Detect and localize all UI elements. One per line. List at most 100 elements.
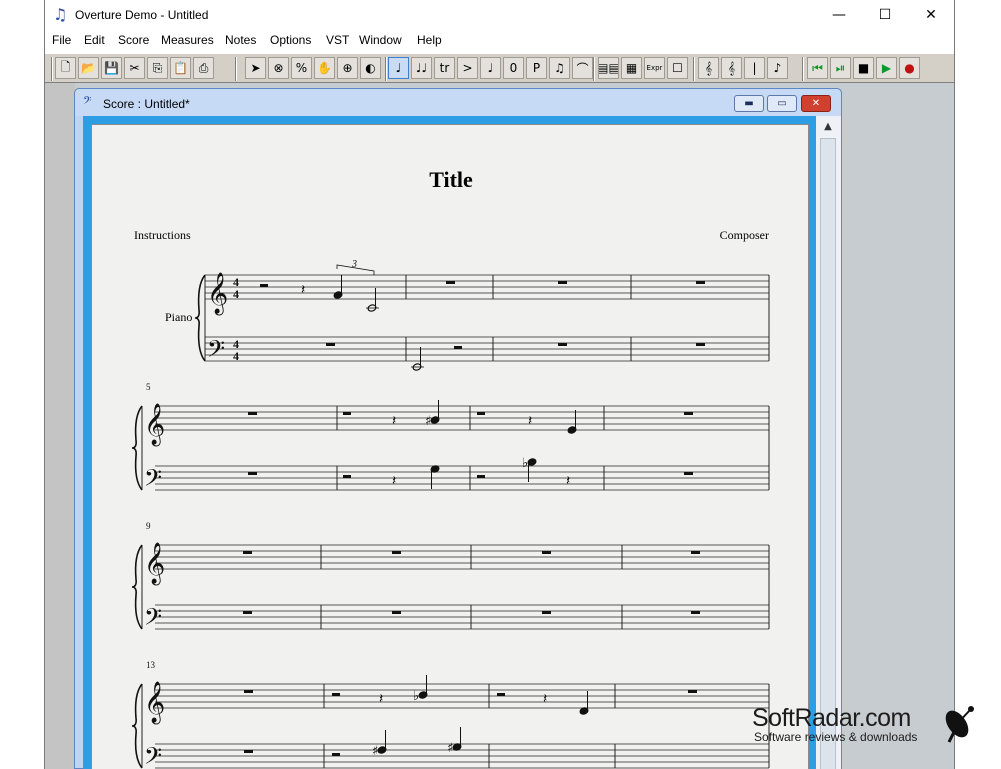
window-title: Overture Demo - Untitled <box>75 8 209 22</box>
treble-clef: 𝄞 <box>144 681 165 724</box>
menu-bar: File Edit Score Measures Notes Options V… <box>45 31 954 51</box>
dynamic-icon[interactable]: P <box>526 57 547 79</box>
measure-number: 13 <box>146 660 156 670</box>
play-icon[interactable]: ▶ <box>876 57 897 79</box>
treble-clef: 𝄞 <box>144 542 165 585</box>
whole-rest <box>244 750 253 753</box>
fingering-icon[interactable]: 0 <box>503 57 524 79</box>
menu-notes[interactable]: Notes <box>225 33 256 47</box>
half-rest <box>343 412 351 415</box>
score-close-button[interactable]: ✕ <box>801 95 831 112</box>
hand-icon[interactable]: ✋ <box>314 57 335 79</box>
half-rest <box>260 284 268 287</box>
quarter-rest: 𝄽 <box>301 282 305 298</box>
bass-clef: 𝄢 <box>144 603 162 636</box>
menu-vst[interactable]: VST <box>326 33 349 47</box>
slur-icon[interactable]: ⌒ <box>572 57 593 79</box>
score-restore-button[interactable]: ▭ <box>767 95 797 112</box>
scroll-thumb[interactable] <box>820 138 836 769</box>
toolbar-separator <box>51 57 53 81</box>
note-icon[interactable]: ♩ <box>388 57 409 79</box>
music-note-icon: ♫ <box>53 5 68 24</box>
whole-rest <box>684 412 693 415</box>
vertical-scrollbar[interactable]: ▲ <box>816 116 841 769</box>
beamed-notes-icon[interactable]: ♫ <box>549 57 570 79</box>
accidental: ♭ <box>413 689 419 704</box>
half-rest <box>332 753 340 756</box>
whole-rest <box>243 611 252 614</box>
whole-rest <box>696 343 705 346</box>
whole-rest <box>392 611 401 614</box>
score-title-bar[interactable]: 𝄢 Score : Untitled* ▬ ▭ ✕ <box>75 89 841 116</box>
open-folder-icon[interactable]: 📂 <box>78 57 99 79</box>
copy-icon[interactable]: ⎘ <box>147 57 168 79</box>
score-sheet: TitleInstructions Composer𝄞𝄢4444Piano𝄽3𝄞𝄢… <box>131 167 770 769</box>
menu-window[interactable]: Window <box>359 33 402 47</box>
print-icon[interactable]: ⎙ <box>193 57 214 79</box>
chord-grid-icon[interactable]: ▦ <box>621 57 642 79</box>
whole-rest <box>691 551 700 554</box>
time-sig-bottom: 4 <box>233 287 239 301</box>
accidental: ♯ <box>425 414 431 429</box>
treble-clef-icon[interactable]: 𝄞 <box>698 57 719 79</box>
system-brace <box>194 274 206 362</box>
new-document-icon[interactable]: 🗋 <box>55 57 76 79</box>
box-icon[interactable]: ☐ <box>667 57 688 79</box>
expression-icon[interactable]: Expr <box>644 57 665 79</box>
stop-icon[interactable]: ■ <box>853 57 874 79</box>
workspace-edge <box>45 83 75 769</box>
quarter-note-icon[interactable]: ♩ <box>480 57 501 79</box>
whole-rest <box>244 690 253 693</box>
whole-rest <box>392 551 401 554</box>
save-icon[interactable]: 💾 <box>101 57 122 79</box>
whole-rest <box>691 611 700 614</box>
toolbar-separator <box>593 57 595 81</box>
whole-rest <box>542 551 551 554</box>
bass-clef: 𝄢 <box>144 742 162 769</box>
quarter-rest: 𝄽 <box>379 691 383 707</box>
toolbar-separator <box>693 57 695 81</box>
tablature-icon[interactable]: ▤▤ <box>598 57 619 79</box>
tied-notes-icon[interactable]: ♩♩ <box>411 57 432 79</box>
play-from-icon[interactable]: ⏯ <box>830 57 851 79</box>
satellite-dish-icon <box>945 706 974 743</box>
minimize-button[interactable]: — <box>816 0 862 31</box>
title-bar[interactable]: ♫ Overture Demo - Untitled — ☐ ✕ <box>45 0 954 31</box>
app-window: ♫ Overture Demo - Untitled — ☐ ✕ File Ed… <box>0 0 1001 769</box>
cut-icon[interactable]: ✂ <box>124 57 145 79</box>
scroll-up-icon[interactable]: ▲ <box>820 120 836 134</box>
speaker-icon[interactable]: ◐ <box>360 57 381 79</box>
paste-icon[interactable]: 📋 <box>170 57 191 79</box>
close-button[interactable]: ✕ <box>908 0 954 31</box>
treble-clef: 𝄞 <box>144 403 165 446</box>
score-page[interactable]: Title Instructions Composer 𝄞 𝄢 4 4 4 4 Piano 𝄽 3 𝄞 𝄢… <box>91 124 809 769</box>
grand-staff-icon[interactable]: 𝄞 <box>721 57 742 79</box>
half-rest <box>454 346 462 349</box>
note-speaker-icon[interactable]: ♪ <box>767 57 788 79</box>
score-window-title: Score : Untitled* <box>103 97 190 111</box>
menu-edit[interactable]: Edit <box>84 33 105 47</box>
rewind-icon[interactable]: ⏮ <box>807 57 828 79</box>
pointer-icon[interactable]: ➤ <box>245 57 266 79</box>
menu-measures[interactable]: Measures <box>161 33 214 47</box>
score-title: Title <box>429 167 473 192</box>
trill-icon[interactable]: tr <box>434 57 455 79</box>
zoom-icon[interactable]: ⊕ <box>337 57 358 79</box>
bass-clef: 𝄢 <box>207 335 225 368</box>
maximize-button[interactable]: ☐ <box>862 0 908 31</box>
whole-rest <box>684 472 693 475</box>
menu-options[interactable]: Options <box>270 33 311 47</box>
quarter-rest: 𝄽 <box>528 413 532 429</box>
half-rest <box>477 475 485 478</box>
accent-icon[interactable]: > <box>457 57 478 79</box>
percent-icon[interactable]: % <box>291 57 312 79</box>
menu-file[interactable]: File <box>52 33 71 47</box>
barline-icon[interactable]: | <box>744 57 765 79</box>
whole-rest <box>558 343 567 346</box>
erase-icon[interactable]: ⊗ <box>268 57 289 79</box>
menu-score[interactable]: Score <box>118 33 149 47</box>
menu-help[interactable]: Help <box>417 33 442 47</box>
record-icon[interactable]: ● <box>899 57 920 79</box>
whole-rest <box>446 281 455 284</box>
score-minimize-button[interactable]: ▬ <box>734 95 764 112</box>
